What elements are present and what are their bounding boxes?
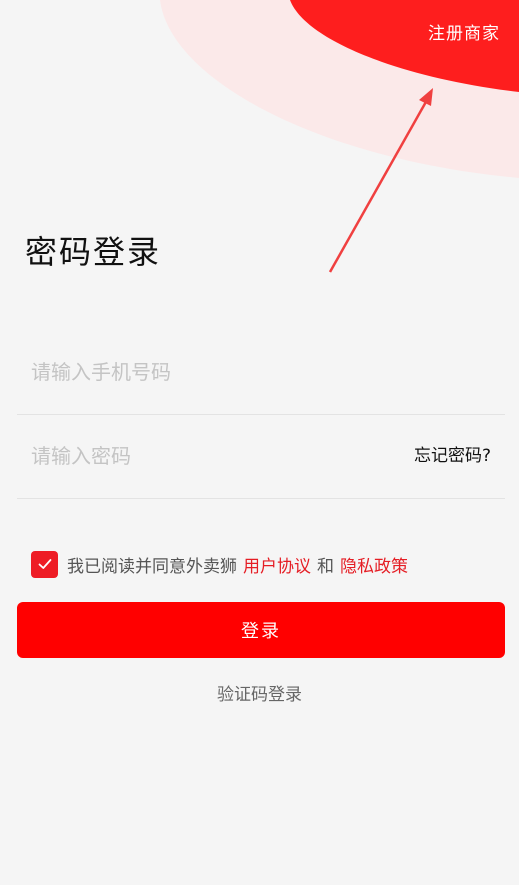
phone-input[interactable]	[31, 330, 391, 414]
agreement-prefix-text: 我已阅读并同意外卖狮	[67, 556, 237, 577]
sms-login-link[interactable]: 验证码登录	[217, 685, 302, 705]
user-agreement-link[interactable]: 用户协议	[243, 552, 311, 577]
agreement-checkbox[interactable]	[31, 550, 58, 578]
forgot-password-link[interactable]: 忘记密码?	[414, 443, 491, 469]
register-merchant-link[interactable]: 注册商家	[428, 21, 500, 47]
password-field-row: 忘记密码?	[17, 414, 505, 499]
phone-field-row	[17, 330, 505, 415]
privacy-policy-link[interactable]: 隐私政策	[340, 552, 408, 577]
agreement-and-text: 和	[317, 556, 334, 577]
agreement-row: 我已阅读并同意外卖狮 用户协议 和 隐私政策	[31, 550, 408, 578]
login-button[interactable]: 登录	[17, 602, 505, 658]
annotation-arrow	[328, 88, 433, 273]
page-title: 密码登录	[25, 233, 162, 271]
password-input[interactable]	[31, 414, 391, 498]
sms-login-row: 验证码登录	[0, 682, 519, 708]
check-icon	[38, 559, 51, 569]
